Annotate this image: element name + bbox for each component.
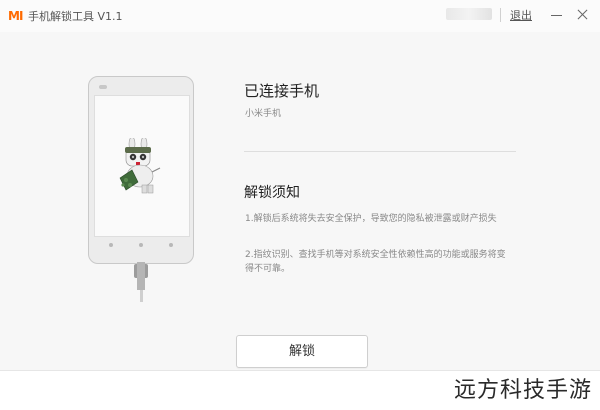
back-key — [169, 243, 173, 247]
phone-camera — [99, 85, 107, 89]
usb-cable — [137, 262, 145, 290]
app-window: MI 手机解锁工具 V1.1 退出 已连接手机 小米手机 解锁须知 1.解锁后系… — [0, 0, 600, 371]
unlock-notice-title: 解锁须知 — [244, 185, 300, 201]
notice-item: 2.指纹识别、查找手机等对系统安全性依赖性高的功能或服务将变得不可靠。 — [245, 250, 506, 274]
close-icon[interactable] — [574, 6, 592, 24]
usb-cable-tail — [140, 290, 143, 302]
title-bar: MI 手机解锁工具 V1.1 退出 — [0, 0, 600, 32]
phone-nav-keys — [89, 243, 193, 253]
titlebar-divider — [500, 8, 501, 22]
logout-link[interactable]: 退出 — [510, 7, 532, 23]
unlock-button[interactable]: 解锁 — [236, 335, 368, 368]
home-key — [139, 243, 143, 247]
section-divider — [244, 151, 516, 152]
notice-item: 1.解锁后系统将失去安全保护，导致您的隐私被泄露或财产损失 — [245, 214, 497, 224]
minimize-icon[interactable] — [548, 6, 566, 24]
mi-logo-icon: MI — [8, 9, 23, 23]
menu-key — [109, 243, 113, 247]
app-title: 手机解锁工具 V1.1 — [28, 10, 123, 23]
device-name: 小米手机 — [245, 109, 282, 119]
watermark-text: 远方科技手游 — [453, 378, 592, 403]
connection-status-title: 已连接手机 — [244, 82, 320, 100]
mi-bunny-mascot-icon — [119, 138, 161, 194]
account-name-blurred — [446, 8, 492, 20]
